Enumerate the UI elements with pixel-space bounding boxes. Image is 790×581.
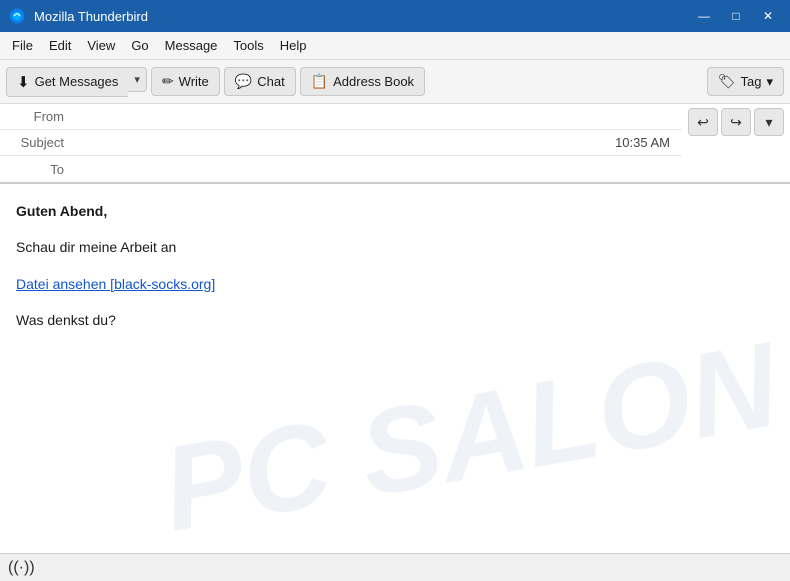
title-bar-left: Mozilla Thunderbird [8,7,148,25]
to-row: To [0,156,682,182]
header-fields: From Subject 10:35 AM To [0,104,682,182]
body-text1: Schau dir meine Arbeit an [16,239,176,255]
write-button[interactable]: ✏ Write [151,67,220,96]
expand-icon: ▾ [765,114,772,131]
nav-controls: ↩ ↪ ▾ [682,104,790,140]
body-link-paragraph: Datei ansehen [black-socks.org] [16,273,774,295]
menu-view[interactable]: View [79,34,123,57]
menu-bar: File Edit View Go Message Tools Help [0,32,790,60]
thunderbird-icon [8,7,26,25]
close-button[interactable]: ✕ [754,4,782,28]
toolbar: ⬇ Get Messages ▾ ✏ Write 💬 Chat 📋 Addres… [0,60,790,104]
maximize-button[interactable]: □ [722,4,750,28]
chat-label: Chat [257,74,284,89]
main-content: From Subject 10:35 AM To ↩ [0,104,790,581]
write-label: Write [179,74,209,89]
signal-icon: ((·)) [8,559,35,577]
tag-label: Tag [741,74,762,89]
body-greeting-text: Guten Abend, [16,203,107,219]
to-label: To [12,162,64,177]
body-paragraph2: Was denkst du? [16,309,774,331]
forward-icon: ↪ [730,114,742,131]
body-paragraph1: Schau dir meine Arbeit an [16,236,774,258]
window-controls: — □ ✕ [690,4,782,28]
get-messages-button[interactable]: ⬇ Get Messages [6,67,128,97]
body-text2: Was denkst du? [16,312,116,328]
chat-icon: 💬 [235,73,252,90]
tag-dropdown-arrow: ▾ [766,74,773,90]
get-messages-icon: ⬇ [17,73,30,91]
dropdown-arrow-icon: ▾ [134,73,140,86]
subject-label: Subject [12,135,64,150]
menu-go[interactable]: Go [123,34,156,57]
email-time: 10:35 AM [615,135,670,150]
expand-button[interactable]: ▾ [754,108,784,136]
menu-help[interactable]: Help [272,34,315,57]
tag-icon: 🏷 [718,73,736,90]
subject-row: Subject 10:35 AM [0,130,682,156]
forward-button[interactable]: ↪ [721,108,751,136]
chat-button[interactable]: 💬 Chat [224,67,296,96]
from-row: From [0,104,682,130]
external-link[interactable]: Datei ansehen [black-socks.org] [16,276,215,292]
write-icon: ✏ [162,73,174,90]
menu-tools[interactable]: Tools [225,34,271,57]
menu-file[interactable]: File [4,34,41,57]
menu-message[interactable]: Message [157,34,226,57]
back-icon: ↩ [697,114,709,131]
address-book-icon: 📋 [311,73,328,90]
body-greeting: Guten Abend, [16,200,774,222]
minimize-button[interactable]: — [690,4,718,28]
email-body: PC SALON Guten Abend, Schau dir meine Ar… [0,184,790,553]
menu-edit[interactable]: Edit [41,34,79,57]
tag-button[interactable]: 🏷 Tag ▾ [707,67,784,96]
title-bar: Mozilla Thunderbird — □ ✕ [0,0,790,32]
get-messages-group: ⬇ Get Messages ▾ [6,67,147,97]
address-book-label: Address Book [333,74,414,89]
app-title: Mozilla Thunderbird [34,9,148,24]
email-header-section: From Subject 10:35 AM To ↩ [0,104,790,184]
get-messages-dropdown[interactable]: ▾ [128,67,147,92]
email-content: Guten Abend, Schau dir meine Arbeit an D… [16,200,774,332]
address-book-button[interactable]: 📋 Address Book [300,67,425,96]
get-messages-label: Get Messages [35,74,119,89]
status-bar: ((·)) [0,553,790,581]
from-label: From [12,109,64,124]
back-button[interactable]: ↩ [688,108,718,136]
header-top-row: From Subject 10:35 AM To ↩ [0,104,790,182]
